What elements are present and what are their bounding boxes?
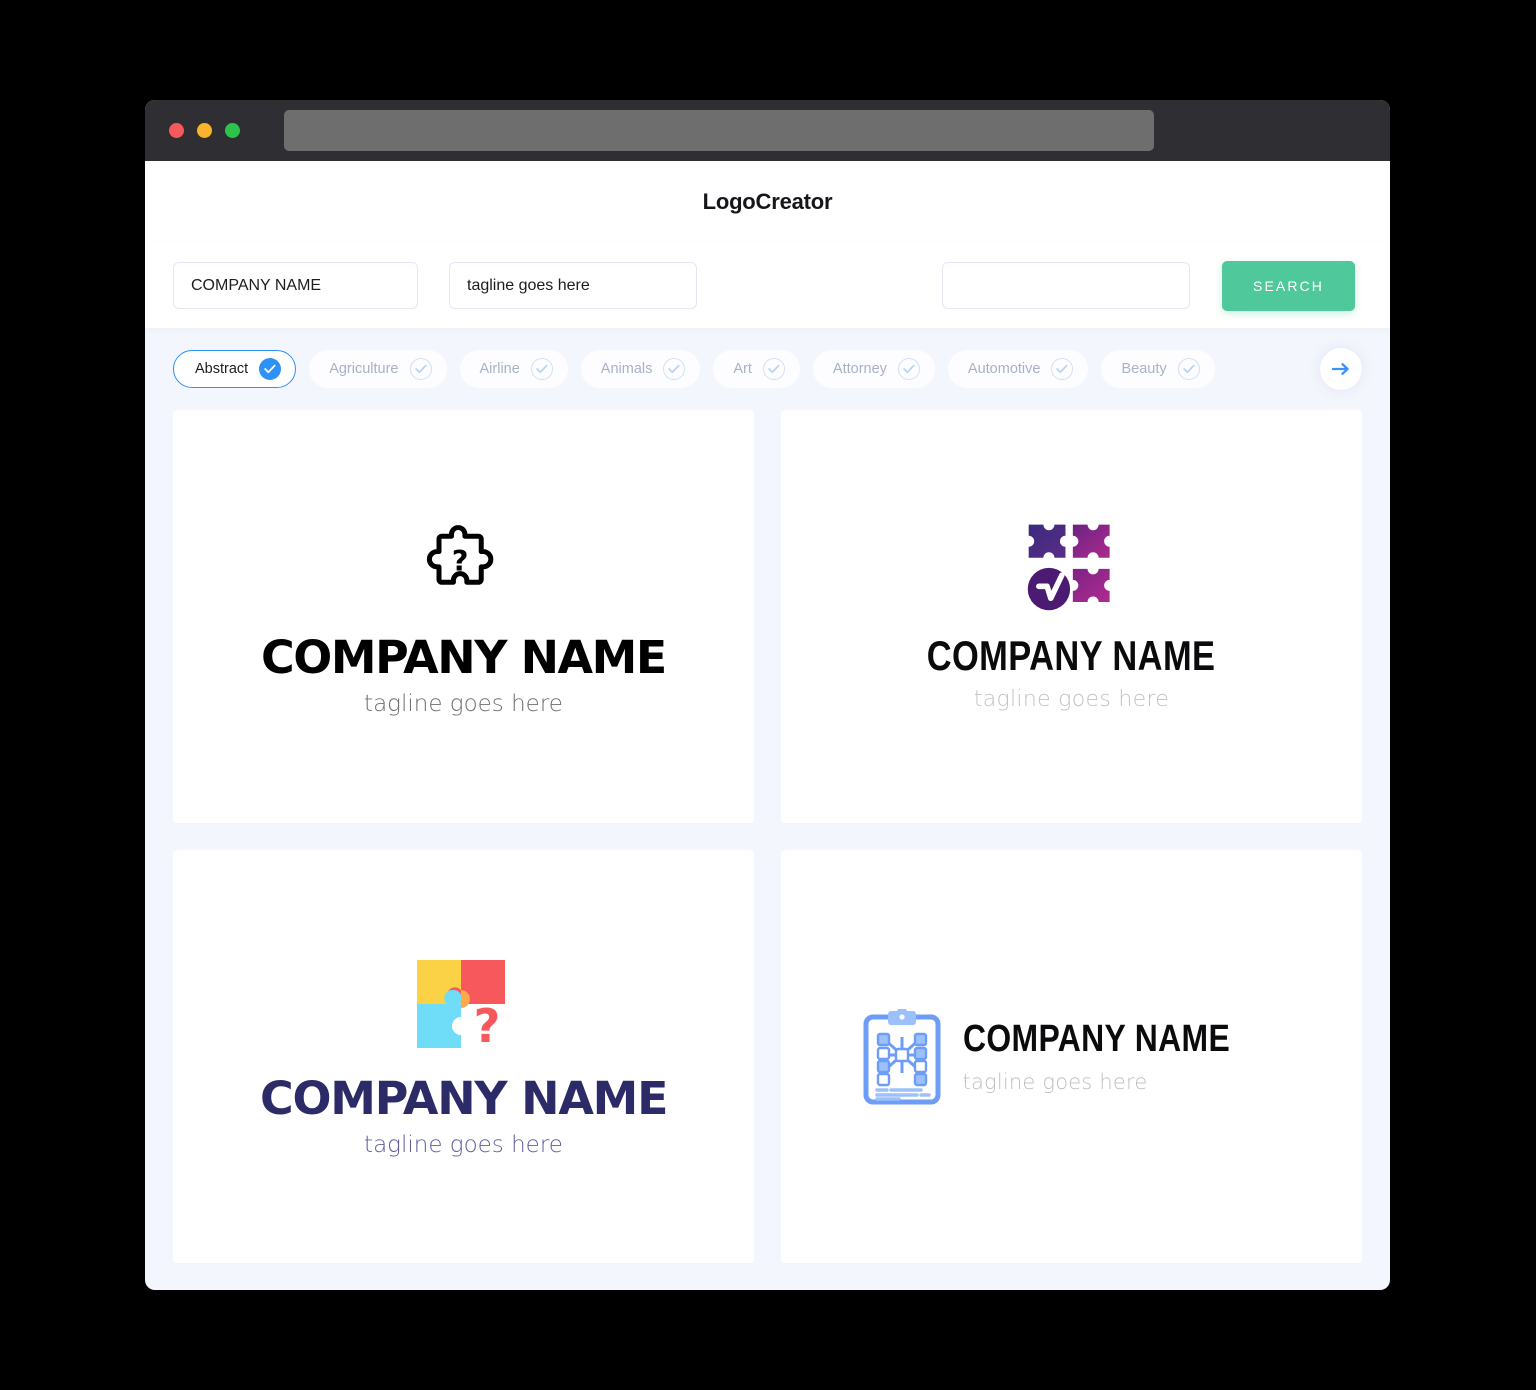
svg-text:?: ?: [452, 543, 469, 577]
logo-tagline: tagline goes here: [364, 1131, 563, 1158]
clipboard-network-icon: [863, 1008, 941, 1104]
category-chip-label: Airline: [479, 361, 520, 377]
puzzle-question-outline-icon: ?: [427, 524, 494, 585]
logo-results-grid: ? COMPANY NAME tagline goes here COMPANY…: [145, 410, 1390, 1290]
check-circle-icon: [762, 358, 785, 380]
category-chip-art[interactable]: Art: [713, 350, 800, 388]
logo-card[interactable]: COMPANY NAME tagline goes here: [781, 850, 1362, 1263]
app-header: LogoCreator: [145, 161, 1390, 243]
category-chip-automotive[interactable]: Automotive: [947, 350, 1089, 388]
next-categories-button[interactable]: [1320, 348, 1362, 390]
puzzle-colored-question-icon: ?: [417, 959, 506, 1053]
logo-text-group: COMPANY NAME tagline goes here: [963, 1020, 1281, 1094]
browser-window: LogoCreator SEARCH Abstract Agriculture Ai…: [145, 100, 1390, 1290]
logo-tagline: tagline goes here: [364, 690, 563, 717]
logo-tagline: tagline goes here: [973, 687, 1170, 712]
category-chip-label: Animals: [600, 361, 653, 377]
category-chip-agriculture[interactable]: Agriculture: [309, 350, 447, 388]
category-chip-label: Automotive: [967, 361, 1041, 377]
logo-company-name: COMPANY NAME: [962, 1017, 1230, 1060]
logo-card[interactable]: ? COMPANY NAME tagline goes here: [173, 850, 754, 1263]
category-chip-beauty[interactable]: Beauty: [1101, 350, 1215, 388]
search-bar: SEARCH: [145, 243, 1390, 328]
logo-company-name: COMPANY NAME: [259, 1071, 668, 1125]
logo-card[interactable]: ? COMPANY NAME tagline goes here: [173, 410, 754, 823]
category-chip-label: Agriculture: [329, 361, 399, 377]
check-circle-icon: [1051, 358, 1074, 380]
browser-titlebar: [145, 100, 1390, 161]
category-chip-label: Attorney: [832, 361, 887, 377]
minimize-window-icon[interactable]: [197, 123, 212, 138]
arrow-right-icon: [1332, 363, 1349, 375]
logo-company-name: COMPANY NAME: [927, 632, 1216, 679]
check-circle-icon: [1177, 358, 1200, 380]
keyword-input[interactable]: [942, 262, 1190, 309]
logo-preview: ? COMPANY NAME tagline goes here: [261, 517, 667, 717]
logo-preview: ? COMPANY NAME tagline goes here: [260, 956, 668, 1158]
logo-preview: COMPANY NAME tagline goes here: [863, 1008, 1281, 1105]
address-bar[interactable]: [284, 110, 1154, 151]
window-controls: [169, 123, 240, 138]
check-circle-icon: [259, 358, 282, 380]
category-chip-airline[interactable]: Airline: [459, 350, 568, 388]
category-filter-bar: Abstract Agriculture Airline Animals Art Atto…: [145, 328, 1390, 410]
logo-preview: COMPANY NAME tagline goes here: [895, 521, 1247, 712]
category-chip-abstract[interactable]: Abstract: [173, 350, 297, 388]
puzzle-grid-check-icon: [1028, 524, 1111, 611]
category-chip-label: Beauty: [1121, 361, 1167, 377]
maximize-window-icon[interactable]: [225, 123, 240, 138]
category-chip-label: Abstract: [195, 361, 249, 377]
logo-tagline: tagline goes here: [962, 1069, 1148, 1094]
category-chip-animals[interactable]: Animals: [580, 350, 701, 388]
logo-card[interactable]: COMPANY NAME tagline goes here: [781, 410, 1362, 823]
category-chip-label: Art: [733, 361, 752, 377]
search-button[interactable]: SEARCH: [1222, 260, 1355, 311]
close-window-icon[interactable]: [169, 123, 184, 138]
check-circle-icon: [663, 358, 686, 380]
check-circle-icon: [530, 358, 553, 380]
logo-company-name: COMPANY NAME: [261, 630, 667, 684]
company-name-input[interactable]: [173, 262, 418, 309]
tagline-input[interactable]: [449, 262, 697, 309]
check-circle-icon: [409, 358, 432, 380]
check-circle-icon: [897, 358, 920, 380]
page-title: LogoCreator: [702, 189, 833, 214]
svg-text:?: ?: [474, 999, 501, 1053]
category-chip-attorney[interactable]: Attorney: [812, 350, 935, 388]
